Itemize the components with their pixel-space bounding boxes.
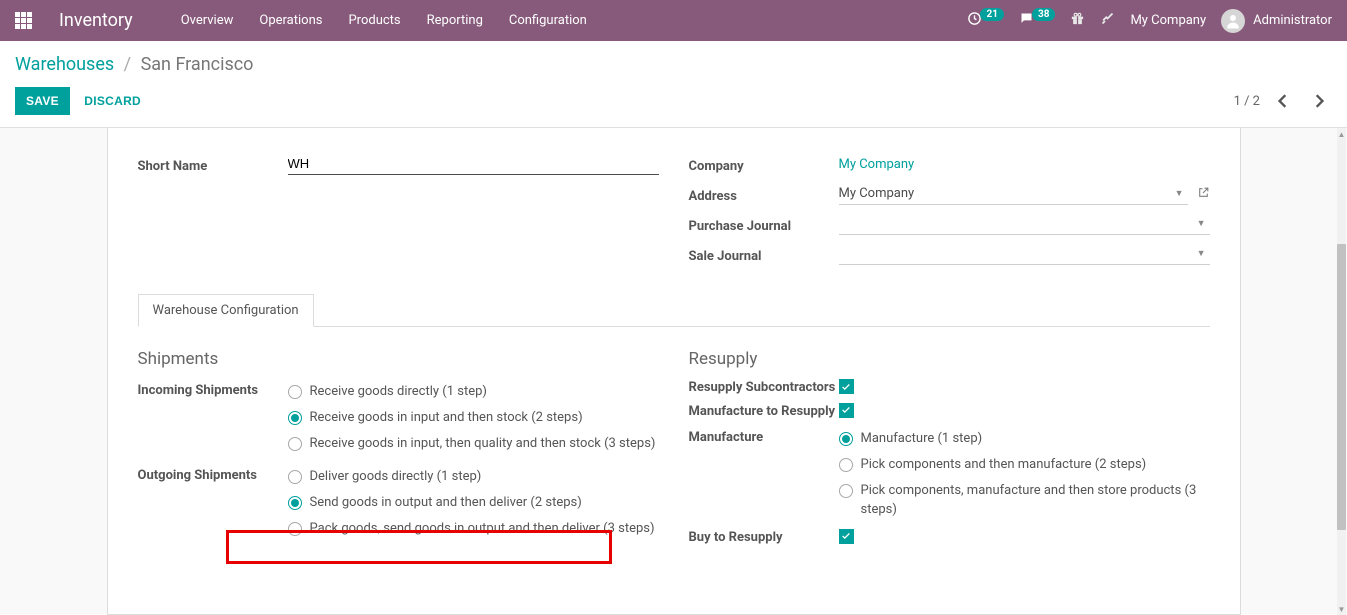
- radio-icon: [839, 484, 853, 498]
- incoming-opt-3[interactable]: Receive goods in input, then quality and…: [288, 431, 659, 457]
- nav-overview[interactable]: Overview: [169, 5, 246, 36]
- company-label: Company: [689, 155, 839, 174]
- caret-down-icon: ▼: [1175, 188, 1188, 199]
- manuf-opt-2[interactable]: Pick components and then manufacture (2 …: [839, 452, 1210, 478]
- pager-text: 1 / 2: [1234, 94, 1260, 109]
- incoming-opt-2[interactable]: Receive goods in input and then stock (2…: [288, 405, 659, 431]
- address-select[interactable]: My Company ▼: [839, 183, 1188, 205]
- buy-resupply-checkbox[interactable]: [839, 529, 854, 544]
- scroll-up-icon[interactable]: ▲: [1337, 128, 1346, 140]
- radio-icon: [288, 437, 302, 451]
- breadcrumb-current: San Francisco: [141, 54, 254, 75]
- outgoing-opt-2[interactable]: Send goods in output and then deliver (2…: [288, 490, 659, 516]
- pager-next[interactable]: [1306, 88, 1332, 114]
- caret-down-icon: ▼: [1197, 218, 1210, 229]
- control-panel: Warehouses / San Francisco SAVE DISCARD …: [0, 41, 1347, 127]
- scroll-thumb[interactable]: [1337, 244, 1346, 530]
- resupply-sub-label: Resupply Subcontractors: [689, 379, 839, 397]
- incoming-shipments-label: Incoming Shipments: [138, 379, 288, 398]
- nav-products[interactable]: Products: [336, 5, 412, 36]
- radio-icon: [839, 458, 853, 472]
- purchase-journal-select[interactable]: ▼: [839, 213, 1210, 235]
- activity-badge[interactable]: 21: [967, 11, 1003, 30]
- discard-button[interactable]: DISCARD: [73, 87, 152, 115]
- radio-icon: [288, 496, 302, 510]
- apps-icon[interactable]: [15, 12, 37, 29]
- breadcrumb: Warehouses / San Francisco: [15, 54, 1332, 75]
- caret-down-icon: ▼: [1197, 248, 1210, 259]
- purchase-journal-label: Purchase Journal: [689, 215, 839, 234]
- sheet-background: Short Name Company My Company Address: [0, 127, 1347, 614]
- user-menu[interactable]: Administrator: [1221, 9, 1332, 33]
- incoming-opt-1[interactable]: Receive goods directly (1 step): [288, 379, 659, 405]
- manuf-opt-1[interactable]: Manufacture (1 step): [839, 426, 1210, 452]
- sale-journal-label: Sale Journal: [689, 245, 839, 264]
- save-button[interactable]: SAVE: [15, 87, 70, 115]
- radio-icon: [288, 411, 302, 425]
- company-link[interactable]: My Company: [839, 157, 915, 172]
- resupply-sub-checkbox[interactable]: [839, 379, 854, 394]
- highlight-annotation: [226, 530, 612, 564]
- sale-journal-select[interactable]: ▼: [839, 243, 1210, 265]
- radio-icon: [839, 432, 853, 446]
- tools-icon[interactable]: [1100, 11, 1115, 30]
- nav-reporting[interactable]: Reporting: [415, 5, 495, 36]
- notebook-tabs: Warehouse Configuration: [138, 294, 1210, 327]
- buy-resupply-label: Buy to Resupply: [689, 529, 839, 547]
- section-resupply: Resupply: [689, 349, 1210, 369]
- company-selector[interactable]: My Company: [1130, 13, 1206, 28]
- radio-icon: [288, 470, 302, 484]
- manuf-resupply-label: Manufacture to Resupply: [689, 403, 839, 421]
- breadcrumb-root[interactable]: Warehouses: [15, 54, 114, 75]
- avatar-icon: [1221, 9, 1245, 33]
- pager-prev[interactable]: [1270, 88, 1296, 114]
- section-shipments: Shipments: [138, 349, 659, 369]
- external-link-icon[interactable]: [1197, 186, 1210, 203]
- gift-icon[interactable]: [1070, 11, 1085, 30]
- discuss-badge[interactable]: 38: [1019, 11, 1055, 30]
- address-label: Address: [689, 185, 839, 204]
- tab-warehouse-config[interactable]: Warehouse Configuration: [138, 294, 314, 327]
- app-brand[interactable]: Inventory: [59, 10, 133, 31]
- short-name-label: Short Name: [138, 155, 288, 174]
- pager: 1 / 2: [1234, 88, 1332, 114]
- short-name-input[interactable]: [288, 153, 659, 175]
- nav-configuration[interactable]: Configuration: [497, 5, 599, 36]
- manuf-resupply-checkbox[interactable]: [839, 403, 854, 418]
- nav-operations[interactable]: Operations: [247, 5, 334, 36]
- vertical-scrollbar[interactable]: ▲ ▼: [1337, 128, 1346, 615]
- manuf-opt-3[interactable]: Pick components, manufacture and then st…: [839, 478, 1210, 522]
- scroll-down-icon[interactable]: ▼: [1337, 603, 1346, 615]
- top-navbar: Inventory Overview Operations Products R…: [0, 0, 1347, 41]
- outgoing-shipments-label: Outgoing Shipments: [138, 464, 288, 483]
- radio-icon: [288, 385, 302, 399]
- manufacture-label: Manufacture: [689, 426, 839, 445]
- nav-menu: Overview Operations Products Reporting C…: [169, 5, 599, 36]
- outgoing-opt-1[interactable]: Deliver goods directly (1 step): [288, 464, 659, 490]
